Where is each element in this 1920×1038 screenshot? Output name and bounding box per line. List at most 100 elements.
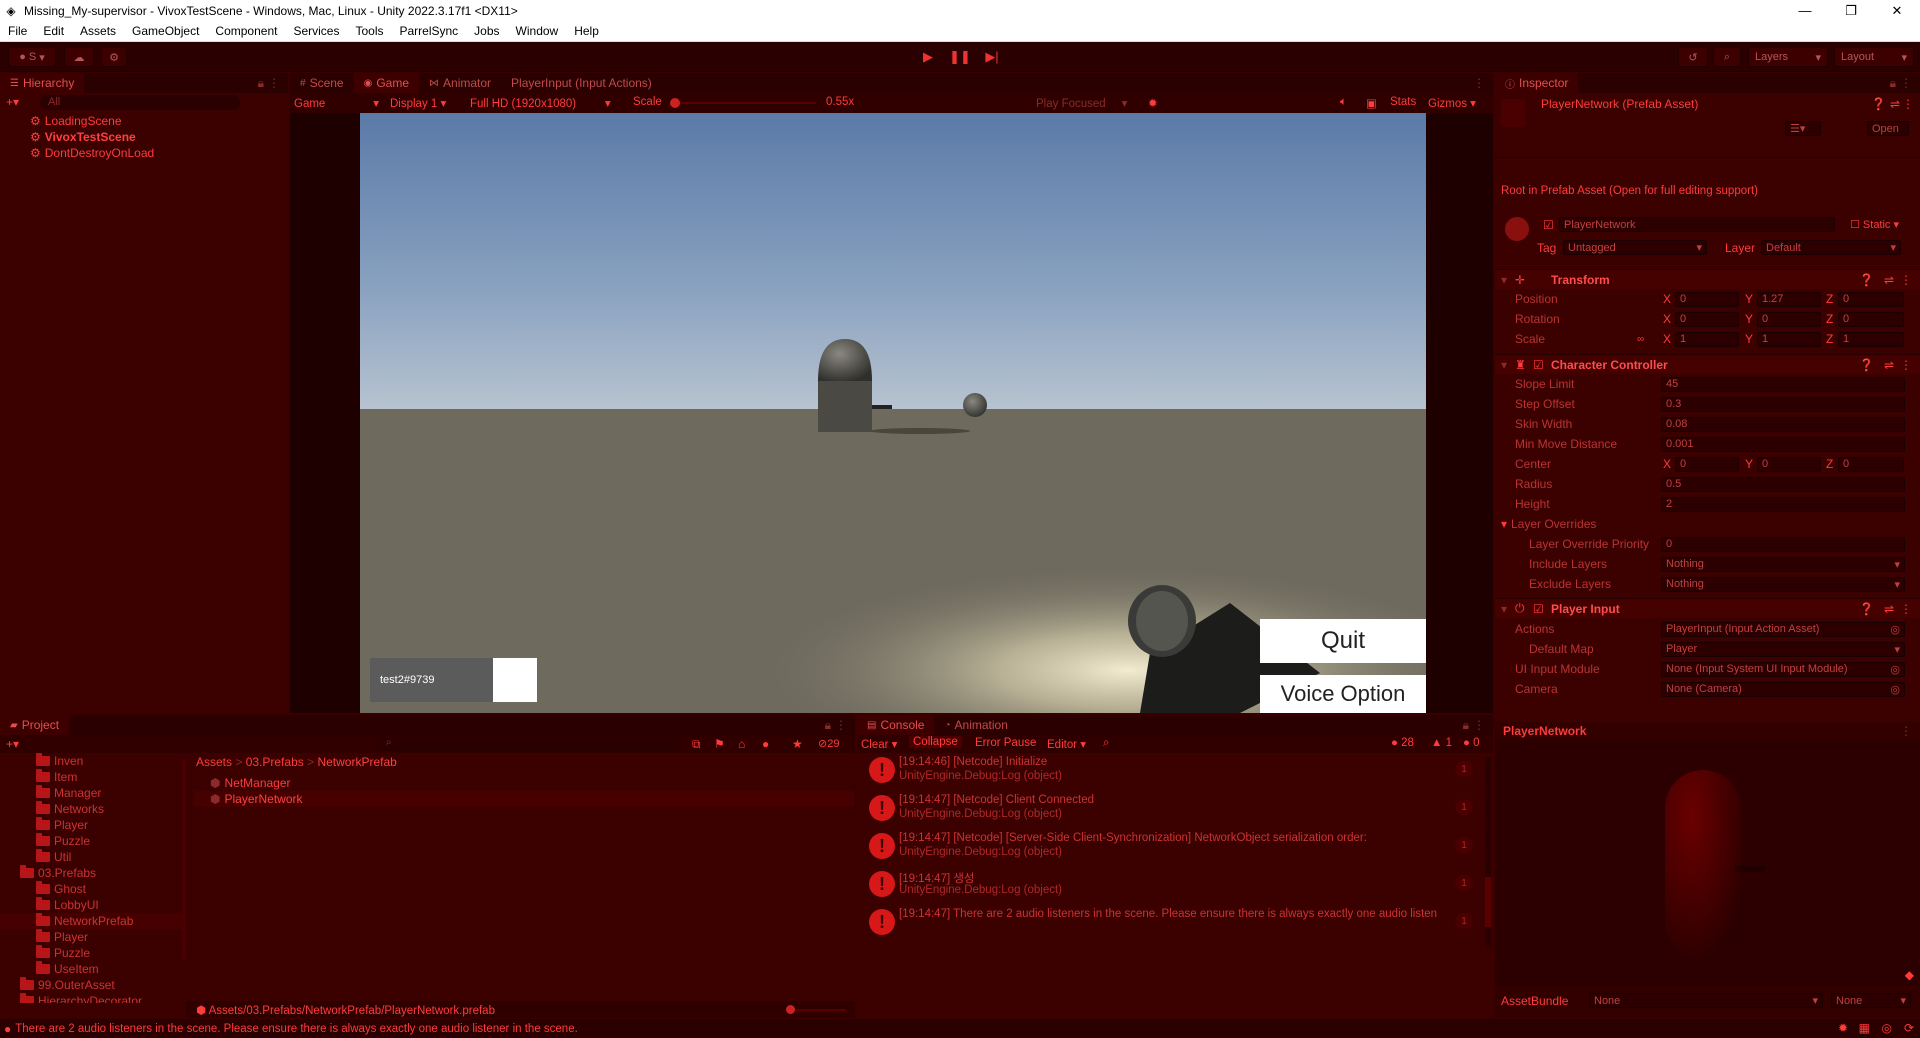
stats-toggle[interactable]: Stats: [1390, 96, 1416, 108]
editor-dropdown[interactable]: Editor ▾: [1047, 737, 1086, 751]
project-search-input[interactable]: ⌕: [380, 737, 680, 751]
help-icon[interactable]: ❓: [1859, 602, 1874, 616]
actions-field[interactable]: PlayerInput (Input Action Asset) ◎: [1661, 621, 1905, 637]
tag-dropdown[interactable]: Untagged ▾: [1563, 240, 1707, 255]
warning-count-toggle[interactable]: ▲ 1: [1431, 737, 1452, 749]
error-filter-icon[interactable]: ●: [762, 737, 769, 751]
more-icon[interactable]: ⋮: [835, 718, 847, 732]
assetbundle-variant-dropdown[interactable]: None ▾: [1831, 993, 1911, 1008]
more-icon[interactable]: ⋮: [1900, 273, 1912, 287]
preview-header[interactable]: PlayerNetwork ⋮: [1495, 722, 1920, 740]
console-scrollbar[interactable]: [1485, 757, 1491, 947]
preset-icon[interactable]: ⇌: [1890, 97, 1900, 111]
console-scrollbar-thumb[interactable]: [1485, 877, 1491, 927]
icon-size-slider-handle[interactable]: [786, 1005, 795, 1014]
resolution-dropdown[interactable]: Full HD (1920x1080) ▾: [470, 96, 611, 110]
tab-project[interactable]: ▰ Project: [0, 715, 70, 735]
menu-parrelsync[interactable]: ParrelSync: [391, 24, 466, 38]
scale-slider-handle[interactable]: [670, 98, 680, 108]
layer-dropdown[interactable]: Default ▾: [1761, 240, 1901, 255]
more-icon[interactable]: ⋮: [1900, 602, 1912, 616]
more-icon[interactable]: ⋮: [1900, 358, 1912, 372]
player-input-header[interactable]: ▾ ⏻ ☑ Player Input ❓ ⇌ ⋮: [1495, 598, 1920, 618]
character-controller-header[interactable]: ▾ ♜ ☑ Character Controller ❓ ⇌ ⋮: [1495, 354, 1920, 374]
link-icon[interactable]: ∞: [1637, 334, 1644, 345]
icon-size-slider[interactable]: [790, 1009, 846, 1011]
tab-console[interactable]: ▤ Console: [857, 715, 935, 735]
menu-gameobject[interactable]: GameObject: [124, 24, 207, 38]
more-icon[interactable]: ⋮: [1902, 97, 1914, 111]
collapse-toggle[interactable]: Collapse: [909, 736, 962, 748]
file-item-playernetwork[interactable]: ⬢ PlayerNetwork: [194, 791, 854, 807]
tab-game[interactable]: ◉ Game: [353, 73, 420, 93]
layer-override-priority-field[interactable]: 0: [1661, 536, 1905, 552]
console-log-entry[interactable]: ! [19:14:47] There are 2 audio listeners …: [857, 905, 1483, 943]
transform-header[interactable]: ▾ ✛ Transform ❓ ⇌ ⋮: [1495, 269, 1920, 289]
lock-icon[interactable]: 🔒︎: [258, 76, 264, 91]
more-icon[interactable]: ⋮: [1473, 76, 1485, 90]
rotation-z-field[interactable]: 0: [1838, 311, 1904, 327]
breadcrumb-assets[interactable]: Assets: [196, 755, 232, 769]
component-enabled-checkbox[interactable]: ☑: [1533, 358, 1544, 372]
folder-item[interactable]: 03.Prefabs: [20, 865, 170, 881]
folder-item[interactable]: Networks: [36, 801, 182, 817]
more-icon[interactable]: ⋮: [1473, 718, 1485, 732]
menu-window[interactable]: Window: [508, 24, 567, 38]
center-y-field[interactable]: 0: [1757, 456, 1821, 472]
maximize-button[interactable]: ❐: [1828, 0, 1874, 21]
cache-icon[interactable]: ▦: [1859, 1021, 1870, 1035]
game-mode-dropdown[interactable]: Game ▾: [294, 96, 379, 110]
progress-icon[interactable]: ◎: [1882, 1021, 1892, 1035]
folder-item[interactable]: Inven: [36, 753, 182, 769]
more-icon[interactable]: ⋮: [1900, 76, 1912, 90]
tag-icon[interactable]: ⌂: [738, 737, 745, 751]
scale-z-field[interactable]: 1: [1838, 331, 1904, 347]
min-move-field[interactable]: 0.001: [1661, 436, 1905, 452]
slope-limit-field[interactable]: 45: [1661, 376, 1905, 392]
folder-item[interactable]: UseItem: [36, 961, 182, 977]
lock-icon[interactable]: 🔒︎: [825, 718, 831, 733]
filter-type-icon[interactable]: ⧉: [692, 737, 701, 752]
tab-playerinput[interactable]: PlayerInput (Input Actions): [501, 73, 662, 93]
folder-item[interactable]: Player: [36, 929, 182, 945]
tab-animator[interactable]: ⋈ Animator: [419, 73, 501, 93]
game-canvas[interactable]: test2#9739 Quit Voice Option: [360, 113, 1426, 713]
history-button[interactable]: ↺: [1678, 47, 1708, 67]
folder-item[interactable]: Player: [36, 817, 182, 833]
position-z-field[interactable]: 0: [1838, 291, 1904, 307]
folder-item[interactable]: Ghost: [36, 881, 182, 897]
voice-option-button[interactable]: Voice Option: [1260, 675, 1426, 713]
folder-item[interactable]: Manager: [36, 785, 182, 801]
height-field[interactable]: 2: [1661, 496, 1905, 512]
display-dropdown[interactable]: Display 1 ▾: [390, 96, 446, 110]
layout-dropdown[interactable]: Layout ▾: [1834, 47, 1914, 67]
folder-item[interactable]: LobbyUI: [36, 897, 182, 913]
add-icon[interactable]: +▾: [6, 737, 19, 751]
quit-button[interactable]: Quit: [1260, 619, 1426, 663]
position-x-field[interactable]: 0: [1675, 291, 1739, 307]
status-message[interactable]: There are 2 audio listeners in the scene…: [15, 1023, 578, 1035]
account-button[interactable]: ● S ▾: [8, 47, 56, 67]
scale-slider[interactable]: [676, 102, 816, 104]
console-log-entry[interactable]: ! [19:14:47] [Netcode] Client Connected Un…: [857, 791, 1483, 829]
active-checkbox[interactable]: ☑: [1543, 218, 1554, 232]
layer-overrides-row[interactable]: ▾ Layer Overrides: [1495, 515, 1920, 533]
pause-button[interactable]: ❚❚: [947, 47, 973, 67]
tab-inspector[interactable]: ⓘ Inspector: [1495, 73, 1579, 93]
gizmos-toggle[interactable]: Gizmos ▾: [1428, 96, 1476, 110]
help-icon[interactable]: ❓: [1871, 97, 1886, 111]
add-icon[interactable]: +▾: [6, 95, 19, 109]
menu-edit[interactable]: Edit: [35, 24, 72, 38]
folder-item[interactable]: Util: [36, 849, 182, 865]
hierarchy-item-dontdestroyonload[interactable]: ⚙ DontDestroyOnLoad: [30, 145, 154, 161]
skin-width-field[interactable]: 0.08: [1661, 416, 1905, 432]
preset-icon[interactable]: ⇌: [1884, 273, 1894, 287]
menu-services[interactable]: Services: [285, 24, 347, 38]
mute-audio-icon[interactable]: 🔈︎: [1340, 96, 1347, 109]
close-button[interactable]: ✕: [1874, 0, 1920, 21]
menu-component[interactable]: Component: [207, 24, 285, 38]
error-count-toggle[interactable]: ● 28: [1391, 737, 1414, 749]
folder-item[interactable]: Puzzle: [36, 833, 182, 849]
foldout-icon[interactable]: ▾: [1501, 602, 1507, 616]
console-log-entry[interactable]: ! [19:14:47] [Netcode] [Server-Side Clien…: [857, 829, 1483, 867]
